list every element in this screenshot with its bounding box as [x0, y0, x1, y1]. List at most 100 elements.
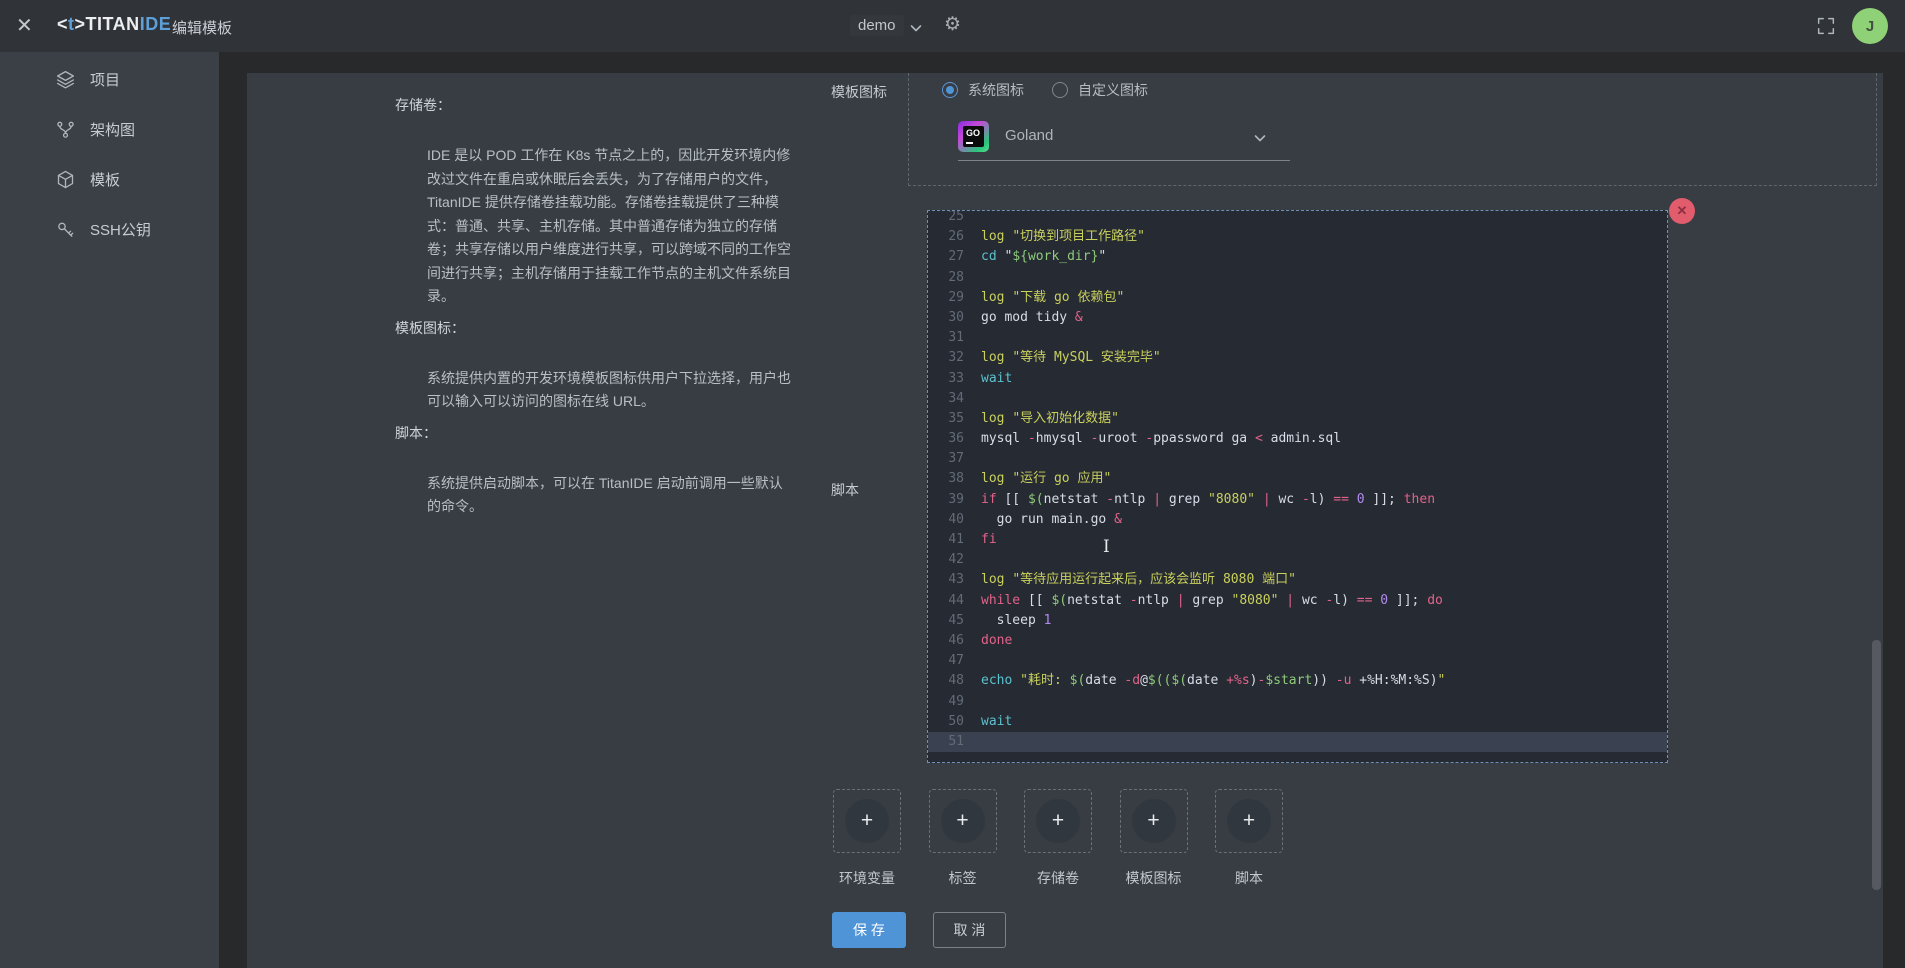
logo-titan: TITAN	[86, 14, 140, 34]
add-button-label: 脚本	[1215, 868, 1283, 888]
add-cell: + 存储卷	[1024, 789, 1092, 888]
add-button-label: 标签	[929, 868, 997, 888]
line-number: 25	[928, 210, 964, 227]
add-button-label: 存储卷	[1024, 868, 1092, 888]
line-number: 36	[928, 429, 964, 449]
add-button-label: 环境变量	[833, 868, 901, 888]
text-cursor: I	[1103, 537, 1110, 557]
code-line: 30go mod tidy &	[928, 308, 1667, 328]
add-脚本-button[interactable]: +	[1215, 789, 1283, 853]
script-code-editor[interactable]: 2526log "切换到项目工作路径"27cd "${work_dir}"282…	[927, 210, 1668, 763]
line-number: 47	[928, 651, 964, 671]
radio-system-icon-label[interactable]: 系统图标	[968, 80, 1024, 100]
sidebar-item-label: 模板	[90, 169, 120, 190]
plus-icon: +	[845, 799, 889, 843]
edit-template-panel: 存储卷： IDE 是以 POD 工作在 K8s 节点之上的，因此开发环境内修改过文…	[247, 73, 1883, 968]
code-line: 45 sleep 1	[928, 611, 1667, 631]
doc-section-title: 存储卷：	[395, 95, 791, 115]
close-icon[interactable]: ✕	[16, 13, 33, 38]
add-cell: + 标签	[929, 789, 997, 888]
code-line: 25	[928, 210, 1667, 227]
line-number: 28	[928, 268, 964, 288]
code-line: 43log "等待应用运行起来后，应该会监听 8080 端口"	[928, 570, 1667, 590]
delete-script-button[interactable]: ✕	[1669, 198, 1695, 224]
add-模板图标-button[interactable]: +	[1120, 789, 1188, 853]
save-button[interactable]: 保 存	[832, 912, 906, 948]
sidebar: 项目架构图模板 SSH公钥	[0, 52, 219, 968]
sidebar-item-label: SSH公钥	[90, 219, 151, 240]
code-line-current: 51	[928, 732, 1667, 752]
doc-section-title: 模板图标：	[395, 318, 791, 338]
line-number: 44	[928, 591, 964, 611]
key-icon	[55, 219, 76, 240]
code-line: 40 go run main.go &	[928, 510, 1667, 530]
code-line: 35log "导入初始化数据"	[928, 409, 1667, 429]
doc-section-body: IDE 是以 POD 工作在 K8s 节点之上的，因此开发环境内修改过文件在重启…	[395, 144, 791, 309]
cancel-button[interactable]: 取 消	[933, 912, 1006, 948]
sidebar-item-label: 项目	[90, 69, 120, 90]
line-number: 45	[928, 611, 964, 631]
doc-section-body: 系统提供内置的开发环境模板图标供用户下拉选择，用户也可以输入可以访问的图标在线 …	[395, 367, 791, 414]
code-line: 50wait	[928, 712, 1667, 732]
help-docs: 存储卷： IDE 是以 POD 工作在 K8s 节点之上的，因此开发环境内修改过文…	[395, 95, 791, 528]
radio-custom-icon-label[interactable]: 自定义图标	[1078, 80, 1148, 100]
fullscreen-icon[interactable]	[1815, 15, 1837, 42]
code-line: 49	[928, 692, 1667, 712]
line-number: 49	[928, 692, 964, 712]
line-number: 31	[928, 328, 964, 348]
code-line: 37	[928, 449, 1667, 469]
line-number: 41	[928, 530, 964, 550]
line-number: 30	[928, 308, 964, 328]
radio-system-icon[interactable]	[942, 82, 958, 98]
code-line: 29log "下载 go 依赖包"	[928, 288, 1667, 308]
code-line: 38log "运行 go 应用"	[928, 469, 1667, 489]
layers-icon	[55, 69, 76, 90]
line-number: 39	[928, 490, 964, 510]
gear-icon[interactable]: ⚙	[944, 14, 961, 36]
line-number: 26	[928, 227, 964, 247]
top-bar: ✕ <t>TITANIDE 编辑模板 demo ⚙ J	[0, 0, 1905, 52]
sidebar-item-1[interactable]: 项目	[0, 54, 219, 104]
code-line: 44while [[ $(netstat -ntlp | grep "8080"…	[928, 591, 1667, 611]
sidebar-item-2[interactable]: 架构图	[0, 104, 219, 154]
plus-icon: +	[1036, 799, 1080, 843]
line-number: 32	[928, 348, 964, 368]
select-chevron-down-icon[interactable]	[1252, 130, 1268, 151]
line-number: 48	[928, 671, 964, 691]
code-line: 28	[928, 268, 1667, 288]
line-number: 42	[928, 550, 964, 570]
add-cell: + 脚本	[1215, 789, 1283, 888]
add-标签-button[interactable]: +	[929, 789, 997, 853]
chevron-down-icon[interactable]	[908, 20, 924, 41]
plus-icon: +	[941, 799, 985, 843]
cube-icon	[55, 169, 76, 190]
code-line: 47	[928, 651, 1667, 671]
code-line: 39if [[ $(netstat -ntlp | grep "8080" | …	[928, 490, 1667, 510]
project-dropdown[interactable]: demo	[850, 15, 904, 36]
line-number: 46	[928, 631, 964, 651]
doc-section-body: 系统提供启动脚本，可以在 TitanIDE 启动前调用一些默认的命令。	[395, 472, 791, 519]
avatar[interactable]: J	[1852, 8, 1888, 44]
add-cell: + 环境变量	[833, 789, 901, 888]
sidebar-item-label: 架构图	[90, 119, 135, 140]
icon-type-radio-group: 系统图标 自定义图标	[942, 80, 1176, 100]
line-number: 43	[928, 570, 964, 590]
code-line: 41fi	[928, 530, 1667, 550]
sidebar-item-3[interactable]: 模板	[0, 154, 219, 204]
add-环境变量-button[interactable]: +	[833, 789, 901, 853]
line-number: 51	[928, 732, 964, 752]
add-存储卷-button[interactable]: +	[1024, 789, 1092, 853]
icon-select[interactable]: Goland	[1005, 127, 1053, 144]
sidebar-item-4[interactable]: SSH公钥	[0, 204, 219, 254]
code-line: 31	[928, 328, 1667, 348]
template-icon-label: 模板图标	[831, 82, 887, 102]
branch-icon	[55, 119, 76, 140]
goland-icon: GO	[958, 121, 989, 152]
radio-custom-icon[interactable]	[1052, 82, 1068, 98]
line-number: 50	[928, 712, 964, 732]
plus-icon: +	[1227, 799, 1271, 843]
code-line: 46done	[928, 631, 1667, 651]
line-number: 37	[928, 449, 964, 469]
page-scrollbar[interactable]	[1872, 640, 1881, 890]
select-underline	[958, 160, 1290, 161]
